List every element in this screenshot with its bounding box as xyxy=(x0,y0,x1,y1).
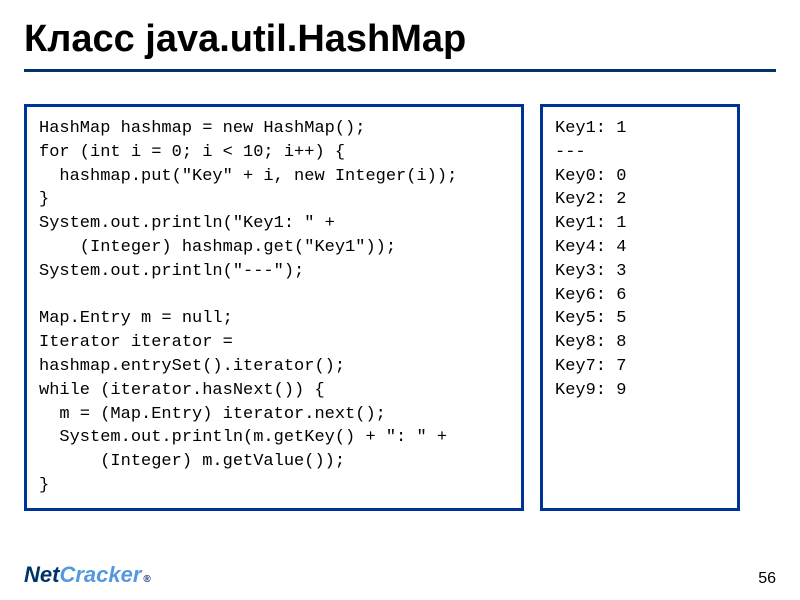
footer: NetCracker® 56 xyxy=(24,562,776,588)
code-box-right: Key1: 1 --- Key0: 0 Key2: 2 Key1: 1 Key4… xyxy=(540,104,740,511)
page-number: 56 xyxy=(758,570,776,588)
logo-part2: Cracker xyxy=(59,562,141,588)
logo-registered: ® xyxy=(143,574,150,585)
logo-part1: Net xyxy=(24,562,59,588)
content-area: HashMap hashmap = new HashMap(); for (in… xyxy=(0,72,800,511)
output-text: Key1: 1 --- Key0: 0 Key2: 2 Key1: 1 Key4… xyxy=(555,117,725,403)
code-box-left: HashMap hashmap = new HashMap(); for (in… xyxy=(24,104,524,511)
code-snippet: HashMap hashmap = new HashMap(); for (in… xyxy=(39,117,509,498)
logo: NetCracker® xyxy=(24,562,151,588)
slide-title: Класс java.util.HashMap xyxy=(0,0,800,69)
